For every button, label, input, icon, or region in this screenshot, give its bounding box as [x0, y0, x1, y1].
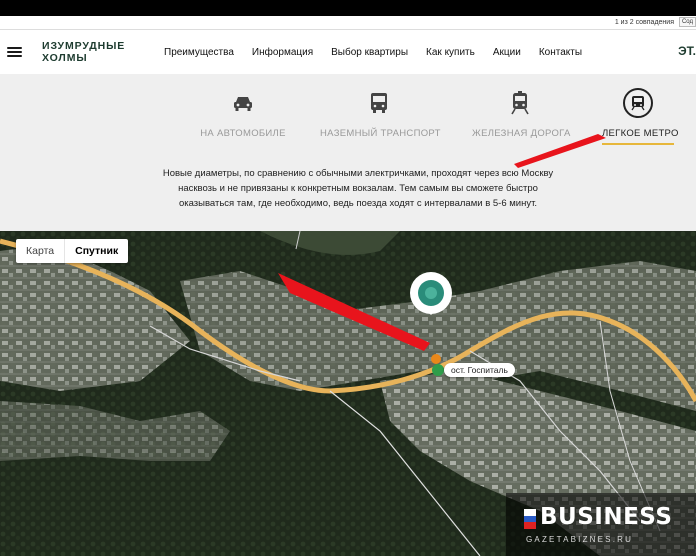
- tab-car[interactable]: НА АВТОМОБИЛЕ: [200, 88, 286, 139]
- find-count: 1 из 2 совпадения: [614, 19, 674, 26]
- find-extra-button[interactable]: Сод: [678, 17, 696, 27]
- tab-metro[interactable]: ЛЕГКОЕ МЕТРО: [602, 88, 679, 145]
- flag-icon: [524, 509, 536, 530]
- nav-item-promos[interactable]: Акции: [493, 47, 521, 58]
- nav-item-contacts[interactable]: Контакты: [539, 47, 582, 58]
- stop-label[interactable]: ост. Госпиталь: [444, 363, 515, 377]
- bus-stop-icon: [432, 364, 444, 376]
- tab-bus[interactable]: НАЗЕМНЫЙ ТРАНСПОРТ: [320, 88, 441, 139]
- transport-description: Новые диаметры, по сравнению с обычными …: [162, 168, 554, 209]
- home-pin-icon: [431, 354, 441, 364]
- watermark-site: GAZETABIZNES.RU: [526, 535, 634, 544]
- site-logo[interactable]: ИЗУМРУДНЫЕ ХОЛМЫ: [42, 40, 125, 64]
- map-type-satellite-button[interactable]: Спутник: [64, 239, 128, 263]
- watermark-brand: BUSINESS: [540, 504, 673, 530]
- transport-panel: НА АВТОМОБИЛЕ НАЗЕМНЫЙ ТРАНСПОРТ ЖЕЛЕЗНА…: [0, 74, 696, 231]
- nav-item-info[interactable]: Информация: [252, 47, 313, 58]
- map-type-map-button[interactable]: Карта: [16, 239, 64, 263]
- nav-item-apartments[interactable]: Выбор квартиры: [331, 47, 408, 58]
- nav-item-advantages[interactable]: Преимущества: [164, 47, 234, 58]
- car-icon: [228, 88, 258, 118]
- metro-icon: [623, 88, 653, 118]
- main-nav: Преимущества Информация Выбор квартиры К…: [164, 47, 582, 58]
- tab-train[interactable]: ЖЕЛЕЗНАЯ ДОРОГА: [472, 88, 570, 139]
- bus-icon: [364, 88, 394, 118]
- tab-car-label: НА АВТОМОБИЛЕ: [200, 128, 286, 139]
- browser-top-bar: [0, 0, 696, 16]
- menu-icon[interactable]: [7, 47, 22, 57]
- nav-item-how-to-buy[interactable]: Как купить: [426, 47, 475, 58]
- find-bar: 1 из 2 совпадения Сод: [0, 16, 696, 30]
- map-type-toggle: Карта Спутник: [16, 239, 129, 263]
- tab-metro-label: ЛЕГКОЕ МЕТРО: [602, 128, 679, 139]
- train-icon: [505, 88, 535, 118]
- site-header: ИЗУМРУДНЫЕ ХОЛМЫ Преимущества Информация…: [0, 30, 696, 74]
- logo-line-2: ХОЛМЫ: [42, 52, 88, 64]
- tab-bus-label: НАЗЕМНЫЙ ТРАНСПОРТ: [320, 128, 441, 139]
- active-tab-underline: [602, 143, 674, 145]
- watermark: BUSINESS GAZETABIZNES.RU: [506, 493, 696, 556]
- logo-line-1: ИЗУМРУДНЫЕ: [42, 40, 126, 52]
- header-right-text[interactable]: ЭТ.: [678, 44, 696, 58]
